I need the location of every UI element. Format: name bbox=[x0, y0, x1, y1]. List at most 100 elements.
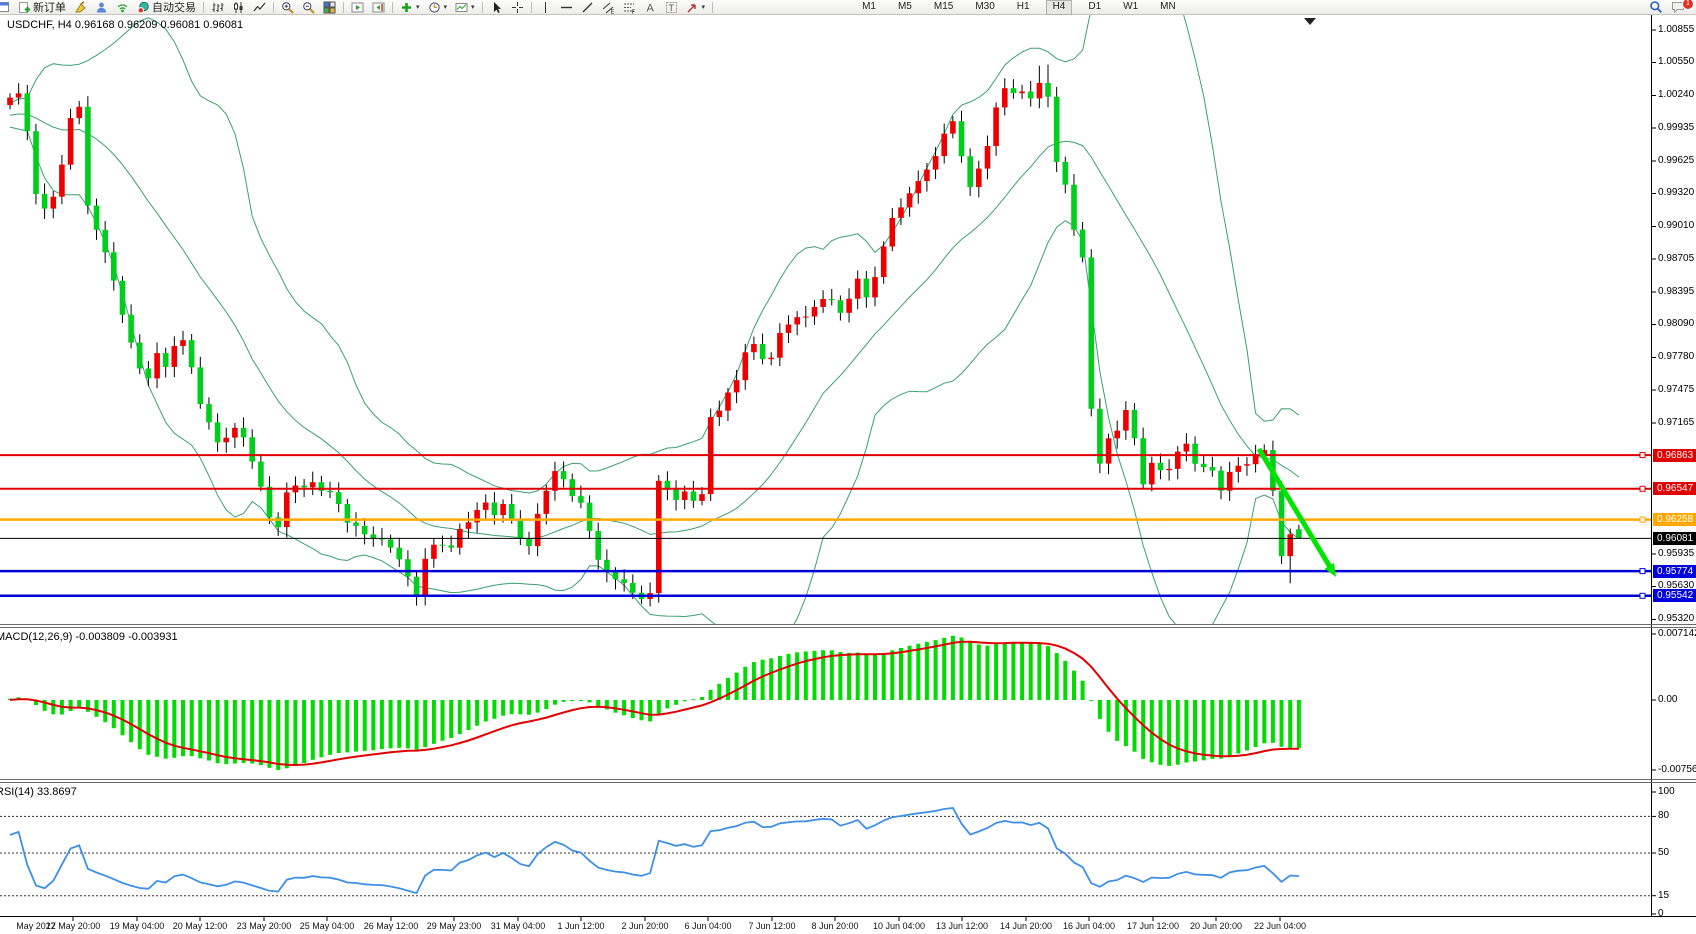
time-axis-label: 10 Jun 04:00 bbox=[873, 921, 925, 931]
indicators-button[interactable]: ▾ bbox=[396, 0, 424, 14]
time-axis-label: 13 Jun 12:00 bbox=[936, 921, 988, 931]
text-label-button[interactable]: T bbox=[661, 0, 682, 14]
timeframe-toolbar: M1 M5 M15 M30 H1 H4 D1 W1 MN bbox=[856, 0, 1182, 15]
chart-shift-icon bbox=[372, 1, 385, 14]
periods-button[interactable]: ▾ bbox=[424, 0, 452, 14]
vertical-line-icon bbox=[539, 1, 552, 14]
price-axis-tick: 0.99010 bbox=[1658, 220, 1694, 231]
broom-button[interactable] bbox=[70, 0, 91, 14]
timeframe-m15-button[interactable]: M15 bbox=[928, 0, 959, 13]
new-order-label: 新订单 bbox=[33, 0, 66, 15]
time-axis-label: 25 May 04:00 bbox=[300, 921, 355, 931]
candlestick-chart-button[interactable] bbox=[228, 0, 249, 14]
notification-badge: 1 bbox=[1682, 0, 1694, 10]
new-order-icon bbox=[18, 1, 31, 14]
auto-trading-button[interactable]: 自动交易 bbox=[133, 0, 200, 14]
cursor-button[interactable] bbox=[486, 0, 507, 14]
channel-icon: E bbox=[602, 1, 615, 14]
line-chart-icon bbox=[253, 1, 266, 14]
chat-button[interactable]: 1 bbox=[1667, 0, 1690, 14]
toolbar: 新订单 自动交易 ▾ ▾ bbox=[0, 0, 1696, 15]
trendline-icon bbox=[581, 1, 594, 14]
timeframe-m5-button[interactable]: M5 bbox=[892, 0, 918, 13]
chevron-down-icon: ▾ bbox=[444, 3, 448, 11]
arrows-button[interactable]: ▾ bbox=[682, 0, 710, 14]
svg-text:A: A bbox=[646, 2, 654, 14]
timeframe-w1-button[interactable]: W1 bbox=[1117, 0, 1144, 13]
crosshair-icon bbox=[511, 1, 524, 14]
horizontal-line-icon bbox=[560, 1, 573, 14]
clock-icon bbox=[428, 1, 441, 14]
signal-button[interactable] bbox=[112, 0, 133, 14]
rsi-axis-tick: 80 bbox=[1658, 810, 1669, 821]
timeframe-d1-button[interactable]: D1 bbox=[1082, 0, 1107, 13]
price-axis-tick: 0.99320 bbox=[1658, 187, 1694, 198]
price-axis-tick: 0.97165 bbox=[1658, 417, 1694, 428]
price-axis-tick: 0.99935 bbox=[1658, 122, 1694, 133]
templates-button[interactable]: ▾ bbox=[451, 0, 479, 14]
timeframe-m30-button[interactable]: M30 bbox=[969, 0, 1000, 13]
price-axis-tick: 0.95320 bbox=[1658, 613, 1694, 624]
text-label-icon: T bbox=[665, 1, 678, 14]
timeframe-h1-button[interactable]: H1 bbox=[1011, 0, 1036, 13]
time-axis-label: 23 May 20:00 bbox=[237, 921, 292, 931]
fibonacci-button[interactable]: F bbox=[619, 0, 640, 14]
bar-chart-button[interactable] bbox=[207, 0, 228, 14]
price-axis-tick: 0.98705 bbox=[1658, 253, 1694, 264]
time-axis-label: 31 May 04:00 bbox=[491, 921, 546, 931]
time-axis-label: 19 May 04:00 bbox=[110, 921, 165, 931]
time-axis-label: 22 Jun 04:00 bbox=[1254, 921, 1306, 931]
time-axis-label: 7 Jun 12:00 bbox=[748, 921, 795, 931]
indicators-icon bbox=[400, 1, 413, 14]
time-axis-label: 26 May 12:00 bbox=[364, 921, 419, 931]
rsi-axis-tick: 15 bbox=[1658, 890, 1669, 901]
search-button[interactable] bbox=[1645, 0, 1667, 14]
zoom-out-icon bbox=[302, 1, 315, 14]
bar-chart-icon bbox=[211, 1, 224, 14]
time-axis-label: 16 Jun 04:00 bbox=[1063, 921, 1115, 931]
timeframe-h4-button[interactable]: H4 bbox=[1046, 0, 1073, 15]
price-line-label: 0.96547 bbox=[1653, 482, 1696, 495]
time-axis-label: 6 Jun 04:00 bbox=[684, 921, 731, 931]
templates-icon bbox=[455, 1, 468, 14]
chevron-down-icon: ▾ bbox=[416, 3, 420, 11]
chevron-down-icon: ▾ bbox=[471, 3, 475, 11]
price-line-label: 0.96081 bbox=[1653, 532, 1696, 545]
time-axis-label: 14 Jun 20:00 bbox=[1000, 921, 1052, 931]
new-order-button[interactable]: 新订单 bbox=[14, 0, 70, 14]
macd-indicator-label: MACD(12,26,9) -0.003809 -0.003931 bbox=[0, 631, 178, 643]
horizontal-line-button[interactable] bbox=[556, 0, 577, 14]
svg-text:T: T bbox=[668, 3, 674, 13]
price-axis-tick: 1.00550 bbox=[1658, 56, 1694, 67]
profile-button[interactable] bbox=[91, 0, 112, 14]
price-chart-canvas[interactable] bbox=[0, 0, 1696, 934]
search-icon bbox=[1649, 0, 1663, 14]
text-icon: A bbox=[644, 1, 657, 14]
timeframe-m1-button[interactable]: M1 bbox=[856, 0, 882, 13]
price-axis-tick: 0.98395 bbox=[1658, 286, 1694, 297]
auto-trading-label: 自动交易 bbox=[152, 0, 196, 15]
price-line-label: 0.96258 bbox=[1653, 513, 1696, 526]
trendline-button[interactable] bbox=[577, 0, 598, 14]
window-icon[interactable] bbox=[0, 0, 14, 14]
chart-title: USDCHF, H4 0.96168 0.96209 0.96081 0.960… bbox=[7, 19, 243, 31]
tile-windows-button[interactable] bbox=[319, 0, 340, 14]
timeframe-mn-button[interactable]: MN bbox=[1154, 0, 1182, 13]
zoom-in-icon bbox=[281, 1, 294, 14]
vertical-line-button[interactable] bbox=[535, 0, 556, 14]
auto-scroll-button[interactable] bbox=[347, 0, 368, 14]
time-axis-label: 20 May 12:00 bbox=[173, 921, 228, 931]
price-axis-tick: 0.98090 bbox=[1658, 318, 1694, 329]
chart-shift-button[interactable] bbox=[368, 0, 389, 14]
line-chart-button[interactable] bbox=[249, 0, 270, 14]
zoom-out-button[interactable] bbox=[298, 0, 319, 14]
rsi-axis-tick: 100 bbox=[1658, 786, 1675, 797]
time-axis-label: 1 Jun 12:00 bbox=[557, 921, 604, 931]
tile-windows-icon bbox=[323, 1, 336, 14]
zoom-in-button[interactable] bbox=[277, 0, 298, 14]
price-axis-tick: 0.97780 bbox=[1658, 351, 1694, 362]
crosshair-button[interactable] bbox=[507, 0, 528, 14]
text-button[interactable]: A bbox=[640, 0, 661, 14]
channel-button[interactable]: E bbox=[598, 0, 619, 14]
rsi-indicator-label: RSI(14) 33.8697 bbox=[0, 786, 77, 798]
